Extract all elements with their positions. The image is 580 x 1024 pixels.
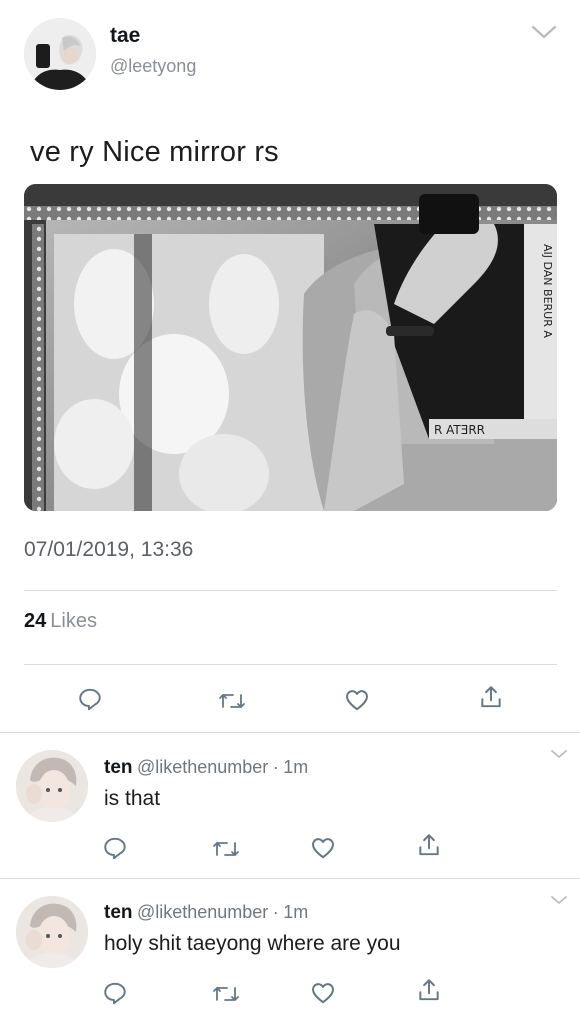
tweet-text: ve ry Nice mirror rs	[30, 136, 279, 168]
reply-author-name[interactable]: ten	[104, 902, 133, 923]
reply-author-name[interactable]: ten	[104, 757, 133, 778]
retweet-icon[interactable]	[212, 836, 240, 862]
heart-icon[interactable]	[310, 835, 336, 861]
chevron-down-icon[interactable]	[530, 22, 558, 42]
separator-dot: ·	[272, 902, 279, 922]
reply-time: 1m	[283, 757, 309, 777]
divider	[24, 590, 557, 591]
reply-time: 1m	[283, 902, 309, 922]
divider	[0, 878, 580, 879]
heart-icon[interactable]	[310, 980, 336, 1006]
likes-label: Likes	[50, 610, 97, 632]
avatar[interactable]	[24, 18, 96, 90]
reply-header: ten @likethenumber · 1m	[104, 757, 308, 779]
likes-count-link[interactable]: 24 Likes	[24, 610, 97, 633]
svg-text:AIJ DAN BERUR A: AIJ DAN BERUR A	[541, 244, 554, 338]
retweet-icon[interactable]	[218, 688, 246, 714]
reply-header: ten @likethenumber · 1m	[104, 902, 308, 924]
reply-icon[interactable]	[102, 835, 128, 861]
svg-text:R ATƎRR: R ATƎRR	[434, 423, 485, 437]
author-name[interactable]: tae	[110, 24, 140, 48]
divider	[0, 732, 580, 733]
author-handle[interactable]: @leetyong	[110, 56, 196, 77]
separator-dot: ·	[272, 757, 279, 777]
tweet-timestamp: 07/01/2019, 13:36	[24, 538, 194, 561]
share-icon[interactable]	[416, 977, 442, 1003]
tweet-photo[interactable]: AIJ DAN BERUR A R ATƎRR	[24, 184, 557, 511]
divider	[24, 664, 557, 665]
heart-icon[interactable]	[344, 687, 370, 713]
avatar[interactable]	[16, 750, 88, 822]
share-icon[interactable]	[416, 832, 442, 858]
reply-icon[interactable]	[102, 980, 128, 1006]
reply-author-handle[interactable]: @likethenumber	[137, 902, 268, 922]
chevron-down-icon[interactable]	[550, 893, 568, 905]
avatar[interactable]	[16, 896, 88, 968]
reply-icon[interactable]	[77, 686, 103, 712]
retweet-icon[interactable]	[212, 981, 240, 1007]
reply-text: holy shit taeyong where are you	[104, 932, 401, 955]
reply-author-handle[interactable]: @likethenumber	[137, 757, 268, 777]
likes-number: 24	[24, 610, 47, 632]
chevron-down-icon[interactable]	[550, 747, 568, 759]
reply-text: is that	[104, 787, 161, 810]
share-icon[interactable]	[478, 684, 504, 710]
